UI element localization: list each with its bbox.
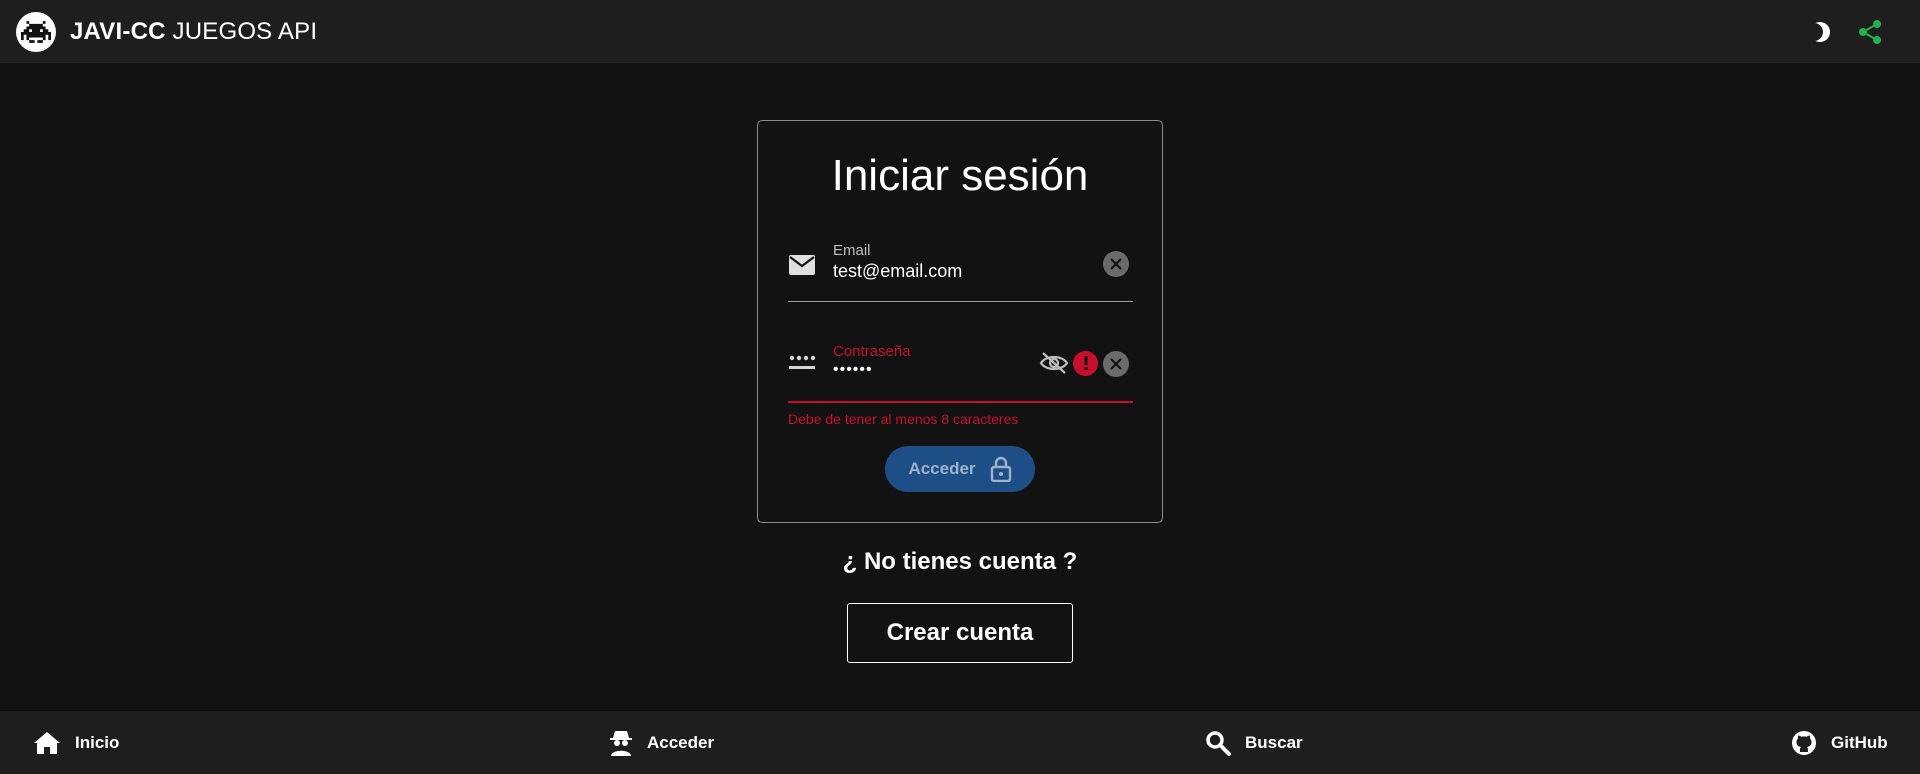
- lock-icon: [990, 456, 1011, 482]
- brand-light: JUEGOS API: [165, 17, 318, 45]
- github-icon: [1792, 730, 1816, 755]
- nav-item-acceder[interactable]: Acceder: [609, 711, 714, 774]
- nav-item-label: Inicio: [75, 732, 120, 752]
- search-icon: [1206, 730, 1231, 756]
- nav-item-buscar[interactable]: Buscar: [1205, 711, 1303, 774]
- email-input[interactable]: [833, 261, 1033, 282]
- login-title: Iniciar sesión: [831, 151, 1089, 200]
- bottom-nav: Inicio Acceder Buscar GitHub: [0, 711, 1920, 774]
- email-field[interactable]: Email: [788, 241, 1133, 302]
- top-app-bar: JAVI-CC JUEGOS API: [0, 0, 1920, 63]
- app-title[interactable]: JAVI-CC JUEGOS API: [70, 18, 317, 46]
- space-invader-icon[interactable]: [16, 11, 56, 52]
- nav-item-github[interactable]: GitHub: [1791, 711, 1888, 774]
- brand-bold: JAVI-CC: [70, 17, 166, 45]
- clear-password-button[interactable]: [1103, 351, 1129, 377]
- eye-off-icon[interactable]: [1039, 351, 1069, 380]
- share-icon[interactable]: [1858, 19, 1882, 45]
- nav-item-label: GitHub: [1831, 732, 1888, 752]
- email-label: Email: [833, 242, 871, 259]
- close-icon: [1110, 258, 1122, 270]
- create-account-button[interactable]: Crear cuenta: [847, 603, 1073, 663]
- nav-item-label: Buscar: [1245, 732, 1303, 752]
- nav-item-inicio[interactable]: Inicio: [33, 711, 119, 774]
- password-error-message: Debe de tener al menos 8 caracteres: [788, 411, 1019, 427]
- envelope-icon: [788, 254, 816, 281]
- password-label: Contraseña: [833, 343, 911, 360]
- nav-item-label: Acceder: [647, 732, 715, 752]
- no-account-prompt: ¿ No tienes cuenta ?: [842, 548, 1078, 575]
- password-underline: [788, 401, 1133, 403]
- home-icon: [34, 731, 60, 754]
- login-submit-button[interactable]: Acceder: [885, 446, 1035, 492]
- email-underline: [788, 301, 1133, 302]
- login-card: Iniciar sesión Email test@email.com Cont…: [757, 120, 1163, 523]
- close-icon: [1110, 358, 1122, 370]
- password-field[interactable]: Contraseña ••••••: [788, 341, 1133, 403]
- password-input[interactable]: ••••••: [833, 361, 1033, 379]
- clear-email-button[interactable]: [1103, 251, 1129, 277]
- submit-label: Acceder: [908, 459, 976, 478]
- moon-icon[interactable]: [1810, 20, 1832, 44]
- spy-icon: [610, 730, 632, 756]
- password-dots-icon: [788, 353, 816, 376]
- error-alert-icon: [1073, 351, 1098, 376]
